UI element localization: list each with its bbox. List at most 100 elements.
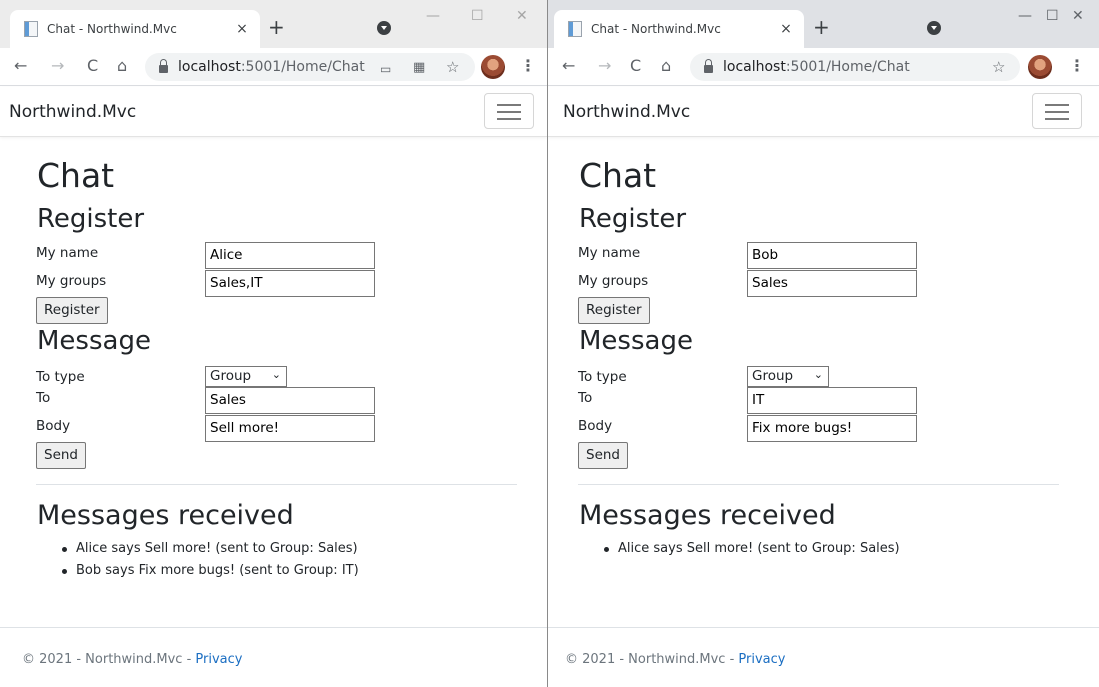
to-type-label: To type (578, 369, 627, 385)
close-window-icon[interactable]: ✕ (516, 6, 528, 26)
list-item: Alice says Sell more! (sent to Group: Sa… (604, 538, 900, 560)
cast-icon[interactable]: ▭ (380, 59, 391, 79)
name-label: My name (36, 245, 99, 261)
url-path: :5001/Home/Chat (785, 59, 910, 75)
site-footer: © 2021 - Northwind.Mvc - Privacy (0, 627, 547, 687)
site-navbar: Northwind.Mvc (548, 87, 1099, 137)
to-type-select[interactable]: Group ⌄ (747, 366, 829, 387)
register-heading: Register (579, 204, 687, 234)
chevron-down-icon: ⌄ (271, 368, 281, 381)
navbar-brand[interactable]: Northwind.Mvc (9, 102, 136, 122)
browser-menu-icon[interactable]: ⋮ (520, 56, 536, 75)
forward-icon[interactable]: → (598, 56, 611, 76)
register-heading: Register (37, 204, 145, 234)
tab-title: Chat - Northwind.Mvc (591, 22, 721, 36)
groups-input[interactable]: Sales,IT (205, 270, 375, 297)
back-icon[interactable]: ← (562, 56, 575, 76)
groups-input[interactable]: Sales (747, 270, 917, 297)
body-input[interactable]: Fix more bugs! (747, 415, 917, 442)
tab-title: Chat - Northwind.Mvc (47, 22, 177, 36)
messages-list: Alice says Sell more! (sent to Group: Sa… (604, 538, 900, 560)
browser-window-bob: Chat - Northwind.Mvc × + — ☐ ✕ ← → C ⌂ l… (548, 0, 1099, 687)
minimize-icon[interactable]: — (426, 6, 440, 26)
to-input[interactable]: IT (747, 387, 917, 414)
close-tab-icon[interactable]: × (234, 21, 250, 37)
address-bar[interactable]: localhost:5001/Home/Chat (690, 53, 1020, 81)
body-label: Body (36, 418, 71, 434)
new-tab-icon[interactable]: + (268, 16, 285, 38)
to-label: To (578, 390, 593, 406)
tab-strip: Chat - Northwind.Mvc × + — ☐ ✕ (0, 0, 547, 48)
to-input[interactable]: Sales (205, 387, 375, 414)
site-footer: © 2021 - Northwind.Mvc - Privacy (548, 627, 1099, 687)
url-path: :5001/Home/Chat (240, 59, 365, 75)
send-button[interactable]: Send (36, 442, 87, 469)
privacy-link[interactable]: Privacy (195, 652, 242, 667)
close-window-icon[interactable]: ✕ (1072, 6, 1084, 26)
privacy-link[interactable]: Privacy (738, 652, 785, 667)
register-button[interactable]: Register (578, 297, 650, 324)
message-heading: Message (37, 326, 151, 356)
browser-toolbar: ← → C ⌂ localhost:5001/Home/Chat ☆ ⋮ (548, 48, 1099, 86)
footer-text: © 2021 - Northwind.Mvc - Privacy (22, 652, 243, 667)
browser-tab[interactable]: Chat - Northwind.Mvc × (554, 10, 804, 48)
bookmark-star-icon[interactable]: ☆ (992, 57, 1005, 77)
to-label: To (36, 390, 51, 406)
to-type-value: Group (752, 368, 794, 384)
tab-search-icon[interactable] (377, 21, 391, 35)
list-item: Bob says Fix more bugs! (sent to Group: … (62, 560, 359, 582)
page-favicon-icon (24, 21, 38, 37)
name-input[interactable]: Bob (747, 242, 917, 269)
messages-received-heading: Messages received (579, 500, 836, 531)
extension-icon[interactable]: ▦ (413, 58, 425, 78)
maximize-icon[interactable]: ☐ (471, 6, 484, 26)
lock-icon (704, 59, 713, 73)
profile-avatar[interactable] (1028, 55, 1052, 79)
home-icon[interactable]: ⌂ (661, 56, 671, 76)
messages-received-heading: Messages received (37, 500, 294, 531)
section-divider (36, 484, 517, 485)
tab-strip: Chat - Northwind.Mvc × + — ☐ ✕ (548, 0, 1099, 48)
url-host: localhost (723, 59, 786, 75)
list-item: Alice says Sell more! (sent to Group: Sa… (62, 538, 359, 560)
browser-window-alice: Chat - Northwind.Mvc × + — ☐ ✕ ← → C ⌂ l… (0, 0, 548, 687)
body-label: Body (578, 418, 613, 434)
section-divider (578, 484, 1059, 485)
close-tab-icon[interactable]: × (778, 21, 794, 37)
lock-icon (159, 59, 168, 73)
maximize-icon[interactable]: ☐ (1046, 6, 1059, 26)
site-navbar: Northwind.Mvc (0, 87, 547, 137)
navbar-brand[interactable]: Northwind.Mvc (563, 102, 690, 122)
minimize-icon[interactable]: — (1018, 6, 1032, 26)
home-icon[interactable]: ⌂ (117, 56, 127, 76)
navbar-toggler-icon[interactable] (1032, 93, 1082, 129)
bookmark-star-icon[interactable]: ☆ (446, 57, 459, 77)
reload-icon[interactable]: C (87, 56, 98, 76)
register-button[interactable]: Register (36, 297, 108, 324)
footer-text: © 2021 - Northwind.Mvc - Privacy (565, 652, 786, 667)
message-heading: Message (579, 326, 693, 356)
to-type-label: To type (36, 369, 85, 385)
forward-icon[interactable]: → (51, 56, 64, 76)
navbar-toggler-icon[interactable] (484, 93, 534, 129)
browser-tab[interactable]: Chat - Northwind.Mvc × (10, 10, 260, 48)
profile-avatar[interactable] (481, 55, 505, 79)
back-icon[interactable]: ← (14, 56, 27, 76)
name-label: My name (578, 245, 641, 261)
send-button[interactable]: Send (578, 442, 629, 469)
browser-menu-icon[interactable]: ⋮ (1069, 56, 1085, 75)
name-input[interactable]: Alice (205, 242, 375, 269)
page-favicon-icon (568, 21, 582, 37)
page-title: Chat (37, 156, 115, 195)
page-title: Chat (579, 156, 657, 195)
tab-search-icon[interactable] (927, 21, 941, 35)
to-type-select[interactable]: Group ⌄ (205, 366, 287, 387)
address-bar[interactable]: localhost:5001/Home/Chat (145, 53, 475, 81)
to-type-value: Group (210, 368, 252, 384)
reload-icon[interactable]: C (630, 56, 641, 76)
url-host: localhost (178, 59, 241, 75)
body-input[interactable]: Sell more! (205, 415, 375, 442)
groups-label: My groups (578, 273, 649, 289)
new-tab-icon[interactable]: + (813, 16, 830, 38)
messages-list: Alice says Sell more! (sent to Group: Sa… (62, 538, 359, 582)
